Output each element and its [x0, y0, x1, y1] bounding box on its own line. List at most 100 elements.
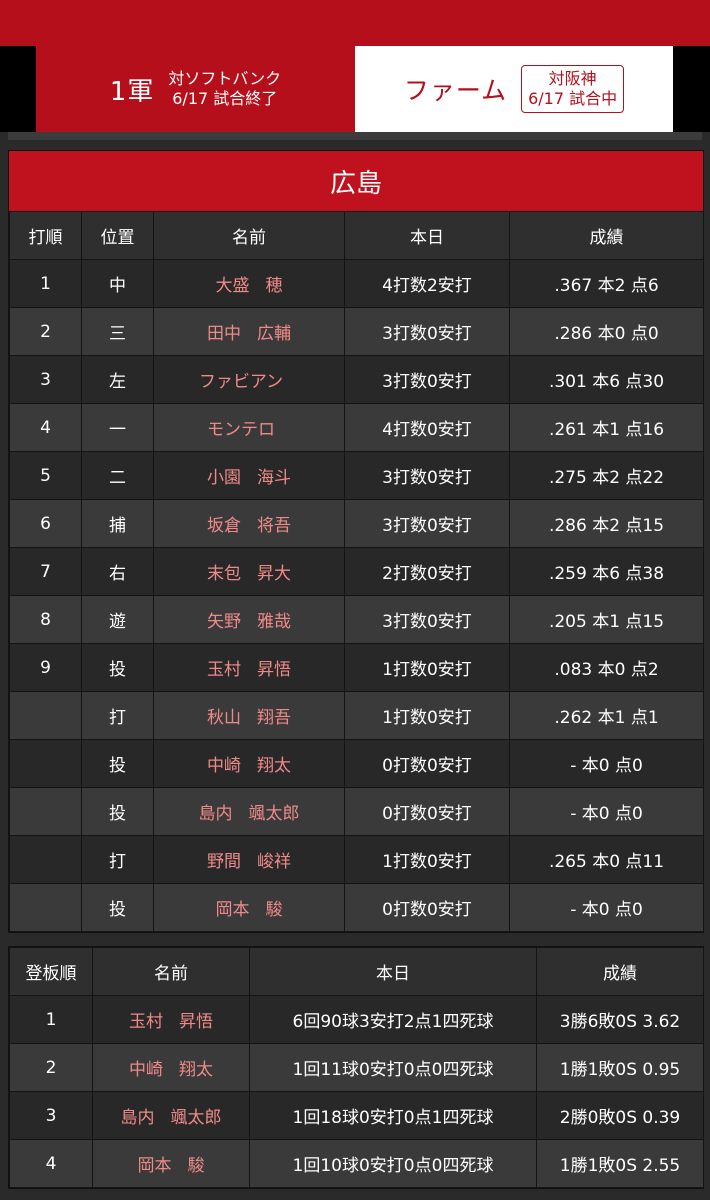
col-header-name: 名前	[92, 947, 250, 996]
batting-stats: .261 本1 点16	[509, 403, 704, 452]
player-name-link[interactable]: 島内 颯太郎	[153, 787, 345, 836]
pitching-stats: 2勝0敗0S 0.39	[536, 1091, 704, 1140]
batting-today: 4打数0安打	[344, 403, 510, 452]
player-name-link[interactable]: ファビアン	[153, 355, 345, 404]
col-header-stats: 成績	[509, 211, 704, 260]
batting-order: 5	[9, 451, 82, 500]
batting-position: 一	[81, 403, 154, 452]
pitch-order: 3	[9, 1091, 93, 1140]
batting-stats: .259 本6 点38	[509, 547, 704, 596]
pitching-table: 登板順 名前 本日 成績 1 玉村 昇悟 6回90球3安打2点1四死球 3勝6敗0…	[9, 947, 704, 1188]
batting-position: 右	[81, 547, 154, 596]
batting-today: 1打数0安打	[344, 691, 510, 740]
batting-table: 打順 位置 名前 本日 成績 1 中 大盛穂 4打数2安打 .367 本2 点6…	[9, 211, 704, 932]
player-name-link[interactable]: 岡本駿	[153, 883, 345, 932]
pitcher-name-link[interactable]: 岡本駿	[92, 1139, 250, 1188]
player-first-name: 駿	[265, 900, 283, 920]
batting-stats: .367 本2 点6	[509, 259, 704, 308]
pitcher-name-link[interactable]: 島内 颯太郎	[92, 1091, 250, 1140]
batting-today: 3打数0安打	[344, 595, 510, 644]
pitching-today: 1回10球0安打0点0四死球	[249, 1139, 537, 1188]
pitcher-name-link[interactable]: 玉村 昇悟	[92, 995, 250, 1044]
player-name-link[interactable]: 中崎 翔太	[153, 739, 345, 788]
tab-farm-badge: 対阪神 6/17 試合中	[521, 65, 625, 113]
player-name-link[interactable]: 矢野 雅哉	[153, 595, 345, 644]
divider-line	[8, 132, 702, 140]
player-name-link[interactable]: 野間 峻祥	[153, 835, 345, 884]
pitcher-last-name: 中崎	[129, 1060, 163, 1080]
batting-order	[9, 883, 82, 932]
player-last-name: モンテロ	[207, 420, 275, 440]
pitching-row: 4 岡本駿 1回10球0安打0点0四死球 1勝1敗0S 2.55	[9, 1139, 704, 1188]
player-last-name: 玉村	[207, 660, 241, 680]
pitcher-first-name: 翔太	[179, 1060, 213, 1080]
pitcher-first-name: 昇悟	[179, 1012, 213, 1032]
batting-order: 6	[9, 499, 82, 548]
tab-first-team-status: 6/17 試合終了	[172, 89, 278, 108]
player-last-name: 島内	[198, 804, 233, 824]
batting-row: 6 捕 坂倉 将吾 3打数0安打 .286 本2 点15	[9, 499, 704, 548]
tab-first-team[interactable]: 1軍 対ソフトバンク 6/17 試合終了	[36, 46, 355, 132]
batting-stats: - 本0 点0	[509, 739, 704, 788]
player-first-name: 峻祥	[257, 852, 291, 872]
batting-stats: - 本0 点0	[509, 883, 704, 932]
batting-position: 中	[81, 259, 154, 308]
batting-row: 投 中崎 翔太 0打数0安打 - 本0 点0	[9, 739, 704, 788]
player-name-link[interactable]: 玉村 昇悟	[153, 643, 345, 692]
pitch-order: 1	[9, 995, 93, 1044]
batting-row: 投 島内 颯太郎 0打数0安打 - 本0 点0	[9, 787, 704, 836]
player-last-name: 小園	[207, 468, 241, 488]
batting-row: 4 一 モンテロ 4打数0安打 .261 本1 点16	[9, 403, 704, 452]
pitching-today: 6回90球3安打2点1四死球	[249, 995, 537, 1044]
col-header-today: 本日	[249, 947, 537, 996]
batting-row: 投 岡本駿 0打数0安打 - 本0 点0	[9, 883, 704, 932]
col-header-position: 位置	[81, 211, 154, 260]
batting-stats: .301 本6 点30	[509, 355, 704, 404]
pitcher-last-name: 島内	[120, 1108, 155, 1128]
pitching-section: 登板順 名前 本日 成績 1 玉村 昇悟 6回90球3安打2点1四死球 3勝6敗0…	[8, 946, 704, 1189]
player-first-name: 穂	[265, 276, 283, 296]
batting-today: 1打数0安打	[344, 835, 510, 884]
player-first-name: 将吾	[257, 516, 291, 536]
col-header-name: 名前	[153, 211, 345, 260]
player-last-name: 田中	[207, 324, 241, 344]
batting-today: 3打数0安打	[344, 451, 510, 500]
batting-section: 広島 打順 位置 名前 本日 成績 1 中 大盛穂 4打数2安打 .367 本2…	[8, 150, 704, 933]
batting-position: 左	[81, 355, 154, 404]
batting-today: 3打数0安打	[344, 355, 510, 404]
batting-order: 9	[9, 643, 82, 692]
player-name-link[interactable]: 小園 海斗	[153, 451, 345, 500]
pitching-stats: 3勝6敗0S 3.62	[536, 995, 704, 1044]
player-name-link[interactable]: モンテロ	[153, 403, 345, 452]
tab-farm[interactable]: ファーム 対阪神 6/17 試合中	[355, 46, 673, 132]
batting-position: 投	[81, 739, 154, 788]
batting-order: 1	[9, 259, 82, 308]
col-header-pitch-order: 登板順	[9, 947, 93, 996]
player-last-name: 岡本	[215, 900, 250, 920]
pitching-row: 2 中崎 翔太 1回11球0安打0点0四死球 1勝1敗0S 0.95	[9, 1043, 704, 1092]
tab-first-team-info: 対ソフトバンク 6/17 試合終了	[168, 69, 281, 109]
pitch-order: 2	[9, 1043, 93, 1092]
player-name-link[interactable]: 末包 昇大	[153, 547, 345, 596]
pitcher-name-link[interactable]: 中崎 翔太	[92, 1043, 250, 1092]
col-header-order: 打順	[9, 211, 82, 260]
pitcher-first-name: 駿	[187, 1156, 205, 1176]
batting-stats: .265 本0 点11	[509, 835, 704, 884]
batting-order	[9, 739, 82, 788]
player-name-link[interactable]: 田中 広輔	[153, 307, 345, 356]
batting-position: 投	[81, 883, 154, 932]
pitching-stats: 1勝1敗0S 0.95	[536, 1043, 704, 1092]
player-name-link[interactable]: 坂倉 将吾	[153, 499, 345, 548]
batting-today: 3打数0安打	[344, 307, 510, 356]
player-first-name: 広輔	[257, 324, 291, 344]
pitcher-last-name: 玉村	[129, 1012, 163, 1032]
batting-order	[9, 835, 82, 884]
player-name-link[interactable]: 秋山 翔吾	[153, 691, 345, 740]
player-name-link[interactable]: 大盛穂	[153, 259, 345, 308]
batting-position: 遊	[81, 595, 154, 644]
tab-farm-label: ファーム	[403, 76, 508, 105]
batting-today: 4打数2安打	[344, 259, 510, 308]
batting-order	[9, 691, 82, 740]
batting-stats: .262 本1 点1	[509, 691, 704, 740]
pitching-stats: 1勝1敗0S 2.55	[536, 1139, 704, 1188]
